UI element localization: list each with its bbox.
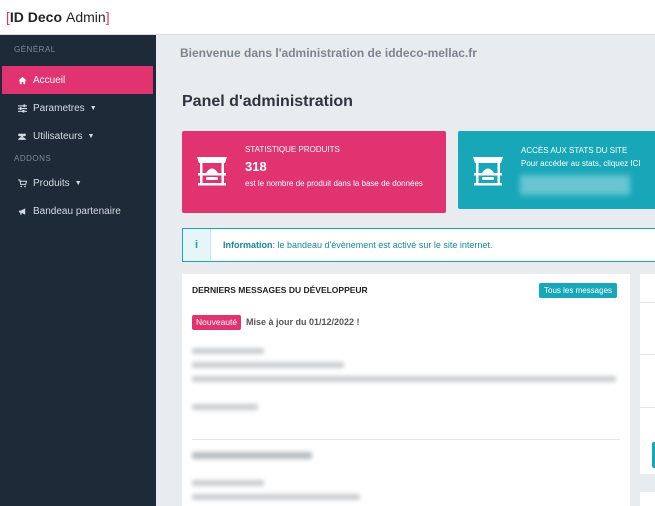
info-alert-message: : le bandeau d'évènement est activé sur … [272,240,493,250]
blurred-text [192,404,258,410]
access-card-title: ACCÈS AUX STATS DU SITE [521,146,628,155]
sliders-icon [16,103,28,113]
blurred-text [192,376,616,382]
shop-icon [470,153,506,187]
main-content: Bienvenue dans l'administration de iddec… [156,35,655,506]
divider [640,407,655,408]
all-messages-button[interactable]: Tous les messages [539,283,618,298]
divider [640,354,655,355]
sidebar-item-label: Parametres [33,102,85,114]
sidebar-item-accueil[interactable]: Accueil [2,66,153,94]
sidebar-item-label: Accueil [33,74,66,86]
blurred-content [520,175,630,195]
brand-suffix: Admin [66,9,106,25]
right-panel-lower [640,492,655,506]
top-bar [156,0,655,35]
divider [640,302,655,303]
brand-name: ID Deco [9,9,63,25]
stats-card-title: STATISTIQUE PRODUITS [245,145,340,154]
developer-messages-panel: DERNIERS MESSAGES DU DÉVELOPPEUR Tous le… [182,274,630,506]
site-stats-access-card[interactable]: ACCÈS AUX STATS DU SITE Pour accéder au … [458,131,655,209]
sidebar-item-parametres[interactable]: Parametres ▼ [0,94,156,122]
chevron-down-icon: ▼ [87,132,95,140]
info-icon: i [183,229,211,261]
divider [192,439,620,440]
blurred-text [192,362,344,368]
sidebar: GÉNÉRAL Accueil Parametres ▼ Utilisateur… [0,35,156,506]
stats-card-description: est le nombre de produit dans la base de… [245,179,423,188]
message-title: Mise à jour du 01/12/2022 ! [246,317,360,327]
blurred-text [192,452,312,459]
new-badge: Nouveauté [192,315,242,330]
cart-icon [16,178,28,188]
right-panel [640,274,655,474]
chevron-down-icon: ▼ [74,179,82,187]
brand-bracket-right: ] [105,9,110,25]
blurred-text [192,348,264,354]
blurred-text [192,480,264,486]
info-alert: i Information: le bandeau d'évènement es… [182,228,655,262]
blurred-text [192,494,360,500]
info-alert-label: Information [223,240,273,250]
sidebar-section-addons: ADDONS [14,154,52,163]
sidebar-section-general: GÉNÉRAL [14,45,56,54]
sidebar-item-utilisateurs[interactable]: Utilisateurs ▼ [0,122,156,150]
shop-icon [194,153,230,187]
users-icon [16,132,28,141]
megaphone-icon [16,207,28,216]
welcome-text: Bienvenue dans l'administration de iddec… [180,46,477,60]
sidebar-item-bandeau-partenaire[interactable]: Bandeau partenaire [0,197,156,225]
sidebar-item-produits[interactable]: Produits ▼ [0,169,156,197]
stats-products-card: STATISTIQUE PRODUITS 318 est le nombre d… [182,131,446,213]
chevron-down-icon: ▼ [89,104,97,112]
brand-logo[interactable]: [ ID Deco Admin ] [0,0,156,35]
page-title: Panel d'administration [182,93,353,110]
home-icon [16,76,28,85]
access-card-link[interactable]: Pour accéder au stats, cliquez ICI [521,159,641,168]
stats-card-value: 318 [245,159,267,174]
sidebar-item-label: Produits [33,177,70,189]
panel-heading: DERNIERS MESSAGES DU DÉVELOPPEUR [192,285,368,295]
info-alert-text: Information: le bandeau d'évènement est … [211,240,492,250]
sidebar-item-label: Bandeau partenaire [33,205,121,217]
sidebar-item-label: Utilisateurs [33,130,83,142]
